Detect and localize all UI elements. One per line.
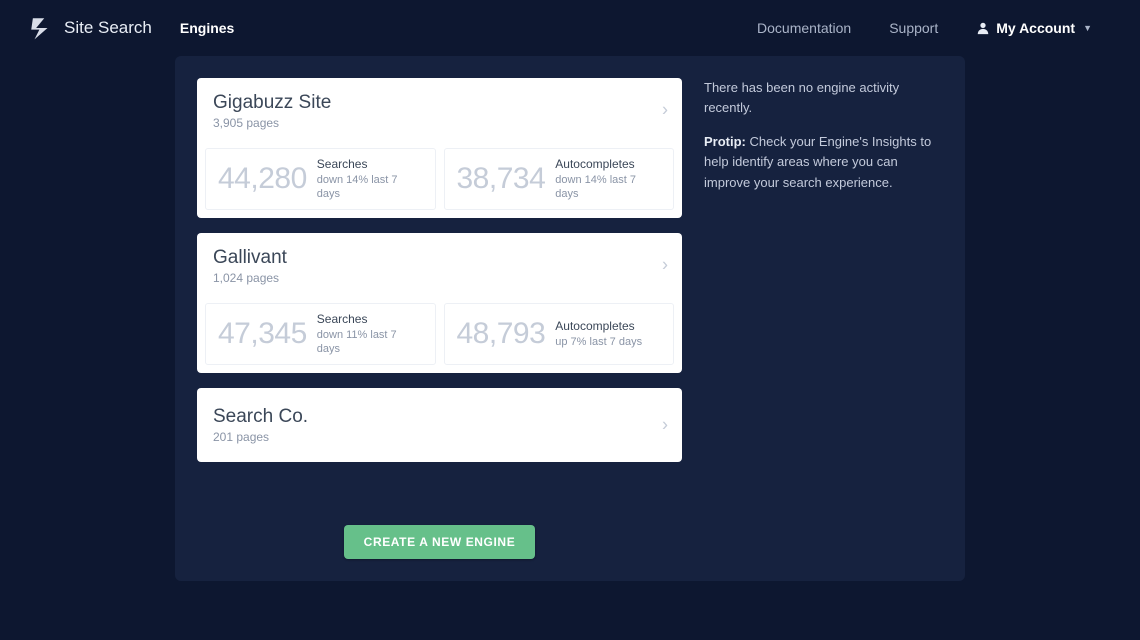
sidebar: There has been no engine activity recent… — [704, 78, 939, 559]
auto-label: Autocompletes — [555, 157, 661, 173]
searches-label: Searches — [317, 312, 423, 328]
searches-sub: down 14% last 7 days — [317, 173, 423, 202]
searches-value: 44,280 — [218, 162, 307, 196]
site-search-logo-icon — [28, 15, 54, 41]
no-activity-text: There has been no engine activity recent… — [704, 78, 939, 118]
engines-list: Gigabuzz Site 3,905 pages › 44,280 Searc… — [197, 78, 682, 559]
engine-card-searchco[interactable]: Search Co. 201 pages › — [197, 388, 682, 462]
nav-my-account[interactable]: My Account ▼ — [976, 20, 1092, 36]
create-button-wrap: CREATE A NEW ENGINE — [197, 525, 682, 559]
searches-sub: down 11% last 7 days — [317, 328, 423, 357]
engine-stats: 44,280 Searches down 14% last 7 days 38,… — [197, 142, 682, 218]
chevron-down-icon: ▼ — [1083, 23, 1092, 33]
chevron-right-icon: › — [662, 100, 668, 121]
auto-sub: down 14% last 7 days — [555, 173, 661, 202]
engine-pages: 1,024 pages — [213, 271, 287, 285]
auto-value: 48,793 — [457, 317, 546, 351]
brand-text: Site Search — [64, 18, 152, 38]
protip-text: Protip: Check your Engine's Insights to … — [704, 132, 939, 192]
engine-title: Search Co. — [213, 406, 308, 428]
auto-sub: up 7% last 7 days — [555, 335, 642, 349]
engine-header: Gigabuzz Site 3,905 pages › — [197, 78, 682, 142]
auto-label: Autocompletes — [555, 319, 642, 335]
engine-stats: 47,345 Searches down 11% last 7 days 48,… — [197, 297, 682, 373]
nav-support[interactable]: Support — [889, 20, 938, 36]
stat-searches: 47,345 Searches down 11% last 7 days — [205, 303, 436, 365]
brand-logo[interactable]: Site Search — [28, 15, 152, 41]
engine-title: Gigabuzz Site — [213, 92, 331, 114]
main-panel: Gigabuzz Site 3,905 pages › 44,280 Searc… — [175, 56, 965, 581]
my-account-label: My Account — [996, 20, 1075, 36]
auto-value: 38,734 — [457, 162, 546, 196]
searches-value: 47,345 — [218, 317, 307, 351]
engine-card-gallivant[interactable]: Gallivant 1,024 pages › 47,345 Searches … — [197, 233, 682, 373]
engine-header: Gallivant 1,024 pages › — [197, 233, 682, 297]
create-new-engine-button[interactable]: CREATE A NEW ENGINE — [344, 525, 536, 559]
engine-header: Search Co. 201 pages › — [197, 388, 682, 462]
protip-label: Protip: — [704, 134, 746, 149]
chevron-right-icon: › — [662, 255, 668, 276]
engine-pages: 201 pages — [213, 430, 308, 444]
user-icon — [976, 21, 990, 35]
stat-autocompletes: 48,793 Autocompletes up 7% last 7 days — [444, 303, 675, 365]
top-nav: Site Search Engines Documentation Suppor… — [0, 0, 1140, 56]
nav-engines[interactable]: Engines — [180, 20, 234, 36]
engine-card-gigabuzz[interactable]: Gigabuzz Site 3,905 pages › 44,280 Searc… — [197, 78, 682, 218]
engine-pages: 3,905 pages — [213, 116, 331, 130]
stat-autocompletes: 38,734 Autocompletes down 14% last 7 day… — [444, 148, 675, 210]
searches-label: Searches — [317, 157, 423, 173]
stat-searches: 44,280 Searches down 14% last 7 days — [205, 148, 436, 210]
chevron-right-icon: › — [662, 415, 668, 436]
nav-documentation[interactable]: Documentation — [757, 20, 851, 36]
engine-title: Gallivant — [213, 247, 287, 269]
